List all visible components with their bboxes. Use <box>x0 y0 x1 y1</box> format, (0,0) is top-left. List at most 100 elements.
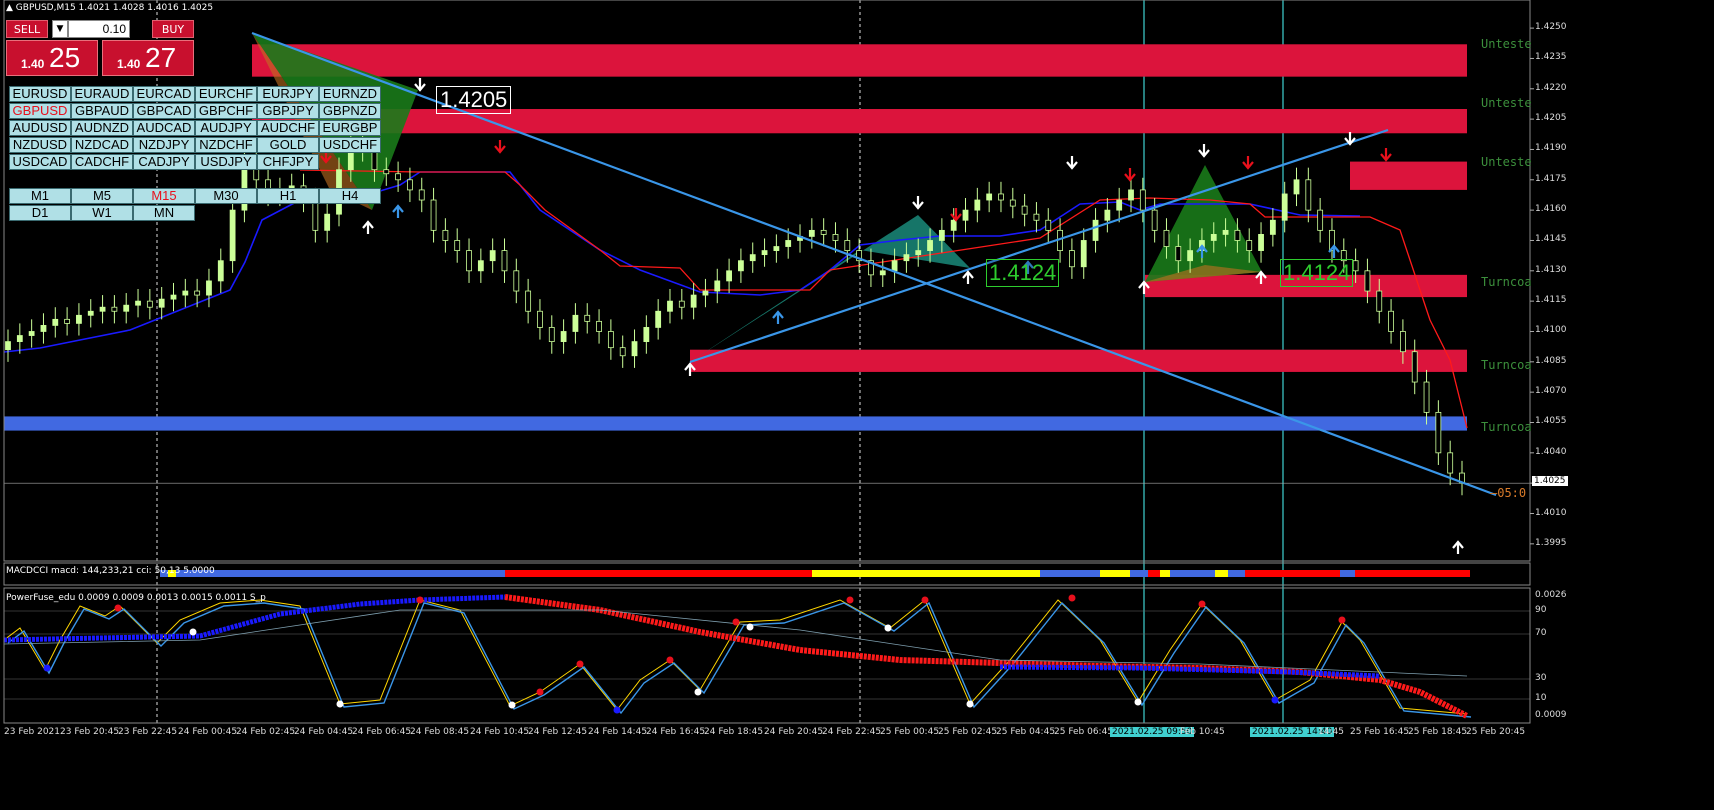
signal-dot-0 <box>43 664 51 672</box>
candle-body-70 <box>832 234 839 241</box>
candle-body-11 <box>135 300 141 306</box>
symbol-button-gbpaud[interactable]: GBPAUD <box>71 103 133 119</box>
candle-body-50 <box>596 320 602 332</box>
symbol-button-gold[interactable]: GOLD <box>257 137 319 153</box>
lot-spin-down-icon[interactable]: ▼ <box>52 20 68 38</box>
symbol-button-eurjpy[interactable]: EURJPY <box>257 86 319 102</box>
symbol-button-gbpjpy[interactable]: GBPJPY <box>257 103 319 119</box>
signal-dot-21 <box>1338 616 1346 624</box>
sell-price-pips: 25 <box>49 42 81 73</box>
sell-price-button[interactable]: 1.40 25 <box>6 40 98 76</box>
symbol-button-nzdcad[interactable]: NZDCAD <box>71 137 133 153</box>
symbol-button-eurusd[interactable]: EURUSD <box>9 86 71 102</box>
candle-body-120 <box>1423 381 1430 413</box>
symbol-button-gbpchf[interactable]: GBPCHF <box>195 103 257 119</box>
candle-body-26 <box>312 199 319 231</box>
powerfuse-tick-5: 0.0009 <box>1535 710 1567 720</box>
symbol-button-audnzd[interactable]: AUDNZD <box>71 120 133 136</box>
price-tick-3: 1.4205 <box>1535 113 1567 124</box>
symbol-button-nzdusd[interactable]: NZDUSD <box>9 137 71 153</box>
price-tick-17: 1.3995 <box>1535 537 1567 548</box>
timeframe-button-m1[interactable]: M1 <box>9 188 71 204</box>
candle-body-99 <box>1175 246 1182 262</box>
symbol-button-audjpy[interactable]: AUDJPY <box>195 120 257 136</box>
symbol-button-usdcad[interactable]: USDCAD <box>9 154 71 170</box>
symbol-button-eurcad[interactable]: EURCAD <box>133 86 195 102</box>
signal-dot-2 <box>189 628 197 636</box>
macdcci-segment-10 <box>1160 570 1170 577</box>
signal-dot-11 <box>732 618 740 626</box>
symbol-button-eurgbp[interactable]: EURGBP <box>319 120 381 136</box>
symbol-button-audchf[interactable]: AUDCHF <box>257 120 319 136</box>
candle-body-12 <box>146 300 153 308</box>
candle-body-77 <box>915 250 922 256</box>
candle-body-52 <box>619 347 626 357</box>
symbol-button-cadjpy[interactable]: CADJPY <box>133 154 195 170</box>
zone-5 <box>4 416 1467 431</box>
symbol-button-cadchf[interactable]: CADCHF <box>71 154 133 170</box>
candle-body-74 <box>879 270 886 276</box>
symbol-button-gbpnzd[interactable]: GBPNZD <box>319 103 381 119</box>
candle-body-45 <box>537 310 543 328</box>
lot-size-input[interactable]: 0.10 <box>68 20 130 38</box>
symbol-button-chfjpy[interactable]: CHFJPY <box>257 154 319 170</box>
symbol-button-gbpcad[interactable]: GBPCAD <box>133 103 195 119</box>
harmonic-pattern-3 <box>1145 165 1262 282</box>
candle-body-5 <box>64 318 71 324</box>
timeframe-button-h1[interactable]: H1 <box>257 188 319 204</box>
down-arrow-icon-7 <box>912 196 924 210</box>
symbol-button-eurchf[interactable]: EURCHF <box>195 86 257 102</box>
candle-body-87 <box>1033 213 1040 221</box>
sell-button[interactable]: SELL <box>6 20 48 38</box>
dropdown-triangle-icon[interactable]: ▲ <box>6 3 13 13</box>
time-tick-18: 25 Feb 06:45 <box>1054 727 1114 737</box>
buy-price-button[interactable]: 1.40 27 <box>102 40 194 76</box>
down-arrow-icon-12 <box>1124 168 1136 182</box>
symbol-button-usdchf[interactable]: USDCHF <box>319 137 381 153</box>
candle-body-115 <box>1364 270 1371 292</box>
timeframe-button-m15[interactable]: M15 <box>133 188 195 204</box>
candle-body-37 <box>442 229 449 241</box>
symbol-button-usdjpy[interactable]: USDJPY <box>195 154 257 170</box>
time-tick-22: 14:45 <box>1318 727 1344 737</box>
chart-header: ▲ GBPUSD,M15 1.4021 1.4028 1.4016 1.4025 <box>6 3 213 13</box>
symbol-button-gbpusd[interactable]: GBPUSD <box>9 103 71 119</box>
timeframe-button-h4[interactable]: H4 <box>319 188 381 204</box>
timeframe-button-m30[interactable]: M30 <box>195 188 257 204</box>
candle-body-35 <box>418 189 425 201</box>
macdcci-segment-4 <box>505 570 812 577</box>
time-tick-6: 24 Feb 06:45 <box>352 727 412 737</box>
up-arrow-icon-21 <box>1452 540 1464 554</box>
macdcci-segment-11 <box>1170 570 1215 577</box>
candle-body-39 <box>466 250 472 272</box>
current-price-tag: 1.4025 <box>1532 476 1568 487</box>
candle-body-55 <box>655 310 662 328</box>
buy-button[interactable]: BUY <box>152 20 194 38</box>
signal-dot-15 <box>921 596 929 604</box>
symbol-button-eurnzd[interactable]: EURNZD <box>319 86 381 102</box>
candle-body-33 <box>395 173 401 181</box>
candle-body-84 <box>998 193 1004 201</box>
price-tick-16: 1.4010 <box>1535 507 1567 518</box>
time-tick-13: 24 Feb 20:45 <box>764 727 824 737</box>
timeframe-button-mn[interactable]: MN <box>133 205 195 221</box>
symbol-button-nzdchf[interactable]: NZDCHF <box>195 137 257 153</box>
timeframe-button-w1[interactable]: W1 <box>71 205 133 221</box>
macdcci-segment-8 <box>1130 570 1148 577</box>
symbol-button-audcad[interactable]: AUDCAD <box>133 120 195 136</box>
countdown-value: 05:0 <box>1497 486 1527 500</box>
oscillator-fast-line <box>3 599 1468 715</box>
symbol-button-euraud[interactable]: EURAUD <box>71 86 133 102</box>
candle-body-118 <box>1399 331 1406 353</box>
signal-dot-4 <box>416 596 424 604</box>
candle-body-34 <box>407 179 413 191</box>
timeframe-button-d1[interactable]: D1 <box>9 205 71 221</box>
signal-dot-6 <box>536 688 544 696</box>
symbol-button-audusd[interactable]: AUDUSD <box>9 120 71 136</box>
timeframe-button-m5[interactable]: M5 <box>71 188 133 204</box>
candle-body-79 <box>938 229 945 241</box>
candle-body-94 <box>1116 199 1123 211</box>
symbol-button-nzdjpy[interactable]: NZDJPY <box>133 137 195 153</box>
time-tick-1: 23 Feb 20:45 <box>60 727 120 737</box>
candle-body-18 <box>217 260 224 282</box>
